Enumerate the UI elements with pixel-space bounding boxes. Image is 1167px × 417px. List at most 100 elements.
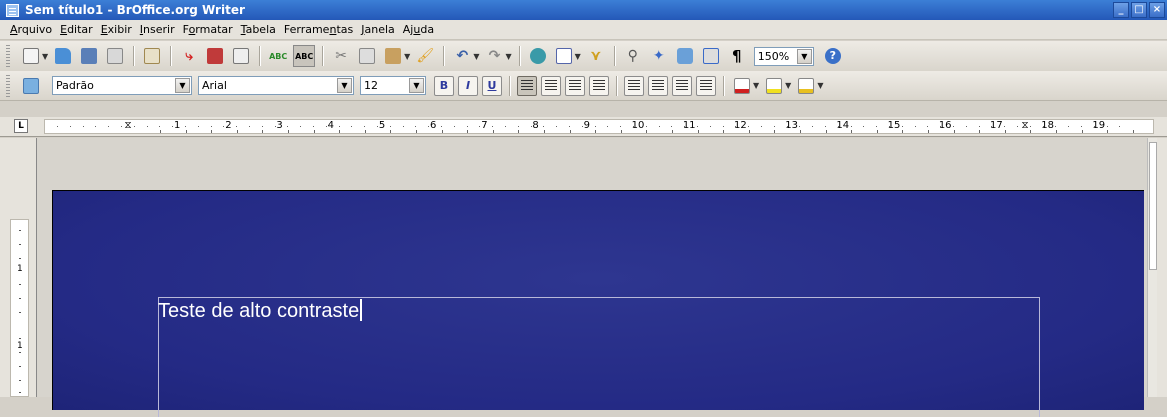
undo-icon[interactable]: ↶ [451,45,473,67]
toolbar-grip[interactable] [6,74,10,97]
left-indent-marker-icon[interactable]: ⧖ [124,120,131,131]
size-dropdown-icon[interactable]: ▼ [409,78,424,93]
window-title: Sem título1 - BrOffice.org Writer [25,3,245,17]
export-pdf-icon[interactable]: ⤷ [178,45,200,67]
hyperlink-icon[interactable] [527,45,549,67]
redo-icon[interactable]: ↷ [483,45,505,67]
font-color-dropdown-icon[interactable]: ▼ [753,81,759,90]
font-name-combo[interactable]: Arial ▼ [198,76,354,95]
writer-app-icon [6,3,19,17]
highlighting-icon[interactable] [763,75,785,97]
menu-item[interactable]: Janela [357,23,399,36]
tab-type-selector[interactable]: L [14,119,28,133]
new-document-icon[interactable] [20,45,42,67]
align-center-button[interactable] [541,75,561,96]
numbering-button[interactable] [624,75,644,96]
undo-dropdown-icon[interactable]: ▼ [473,52,479,61]
menu-item[interactable]: Ajuda [399,23,438,36]
ruler-tab-tick [492,130,494,133]
open-folder-icon[interactable] [52,45,74,67]
ruler-number: 7 [481,120,488,131]
paste-icon[interactable] [382,45,404,67]
print-icon[interactable] [204,45,226,67]
justify-button[interactable] [589,75,609,96]
menu-item[interactable]: Inserir [136,23,179,36]
ruler-dot [338,126,340,127]
menu-item[interactable]: Formatar [179,23,237,36]
bullets-button[interactable] [648,75,668,96]
menu-item[interactable]: Exibir [97,23,136,36]
ruler-dot [850,126,852,127]
decrease-indent-button[interactable] [672,75,692,96]
horizontal-ruler[interactable]: ⧖ ⧖ 1 2 3 4 5 6 7 8 9 10 11 12 13 14 15 16 17 18 19 [44,119,1154,134]
bold-button[interactable]: B [434,75,454,96]
copy-icon[interactable] [356,45,378,67]
background-color-icon[interactable] [795,75,817,97]
print-preview-icon[interactable] [230,45,252,67]
highlighting-dropdown-icon[interactable]: ▼ [785,81,791,90]
font-size-combo[interactable]: 12 ▼ [360,76,426,95]
font-dropdown-icon[interactable]: ▼ [337,78,352,93]
ruler-dot [197,126,199,127]
underline-button[interactable]: U [482,75,502,96]
close-button[interactable]: × [1149,2,1165,18]
find-replace-icon[interactable]: ⚲ [622,45,644,67]
save-icon[interactable] [78,45,100,67]
background-color-dropdown-icon[interactable]: ▼ [817,81,823,90]
scrollbar-thumb[interactable] [1149,142,1157,270]
show-draw-functions-icon[interactable]: ⋎ [585,45,607,67]
vertical-ruler[interactable]: 11 [10,219,29,397]
align-left-button[interactable] [517,75,537,96]
vertical-scrollbar[interactable] [1147,138,1157,397]
table-dropdown-icon[interactable]: ▼ [575,52,581,61]
edit-file-icon[interactable] [141,45,163,67]
zoom-dropdown-icon[interactable]: ▼ [796,48,812,64]
menu-item-text: abela [245,23,276,36]
redo-dropdown-icon[interactable]: ▼ [505,52,511,61]
increase-indent-button[interactable] [696,75,716,96]
menu-item-text: anela [364,23,395,36]
paste-dropdown-icon[interactable]: ▼ [404,52,410,61]
navigator-icon[interactable]: ✦ [648,45,670,67]
formatting-marks-icon[interactable]: ¶ [726,45,748,67]
new-dropdown-icon[interactable]: ▼ [42,52,48,61]
gallery-icon[interactable] [674,45,696,67]
ruler-tab-tick [928,130,929,133]
align-right-button[interactable] [565,75,585,96]
spellcheck-icon[interactable]: ABC [267,45,289,67]
document-area[interactable]: Teste de alto contraste [36,138,1157,417]
ruler-dot [453,126,455,127]
email-document-icon[interactable] [104,45,126,67]
document-text[interactable]: Teste de alto contraste [158,299,363,323]
italic-button[interactable]: I [458,75,478,96]
paragraph-style-combo[interactable]: Padrão ▼ [52,76,192,95]
menu-item[interactable]: Tabela [237,23,280,36]
ruler-dot [927,126,929,127]
ruler-dot [19,298,21,299]
ruler-dot [786,126,788,127]
maximize-button[interactable]: □ [1131,2,1147,18]
toolbar-grip[interactable] [6,45,10,67]
menu-item[interactable]: Ferramentas [280,23,357,36]
menu-item[interactable]: Arquivo [6,23,56,36]
autospellcheck-icon[interactable]: ABC [293,45,316,67]
style-dropdown-icon[interactable]: ▼ [175,78,190,93]
clone-formatting-icon[interactable]: 🖌 [414,45,436,67]
right-indent-marker-icon[interactable]: ⧖ [1021,120,1028,131]
document-page[interactable]: Teste de alto contraste [52,190,1144,417]
minimize-button[interactable]: _ [1113,2,1129,18]
styles-formatting-icon[interactable] [20,75,42,97]
zoom-combo[interactable]: 150% ▼ [753,46,814,66]
menu-item[interactable]: Editar [56,23,97,36]
help-icon[interactable]: ? [822,45,844,67]
table-icon[interactable] [553,45,575,67]
ruler-dot [543,126,545,127]
cut-icon[interactable]: ✂ [330,45,352,67]
font-color-icon[interactable] [731,75,753,97]
ruler-dot [19,312,21,313]
ruler-dot [1017,126,1018,127]
ruler-dot [709,126,711,127]
data-sources-icon[interactable] [700,45,722,67]
ruler-tab-tick [851,130,853,133]
ruler-tab-tick [876,130,878,133]
